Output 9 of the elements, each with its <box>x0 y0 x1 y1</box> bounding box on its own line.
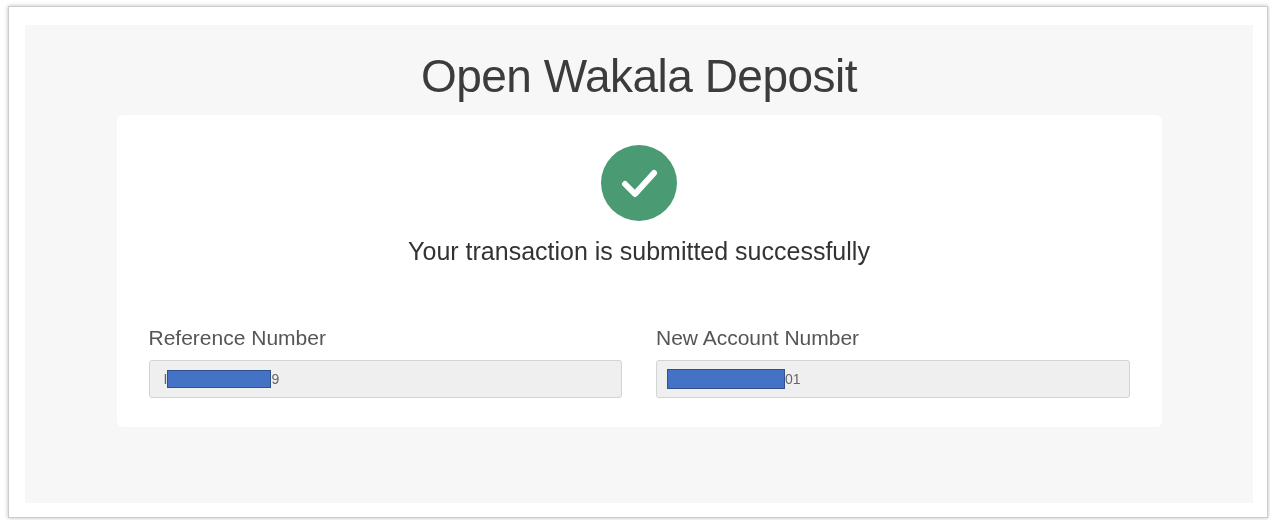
success-message: Your transaction is submitted successfully <box>408 237 870 266</box>
input-field[interactable]: I 9 <box>148 360 622 398</box>
field-label: Reference Number <box>148 326 327 350</box>
field-value: 9 <box>271 371 280 387</box>
field-label: New Account Number <box>656 326 861 350</box>
input-field[interactable]: 01 <box>656 360 1130 398</box>
field-value: I <box>163 371 168 387</box>
field-value: 01 <box>785 371 801 387</box>
page-title: Open Wakala Deposit <box>420 49 858 103</box>
